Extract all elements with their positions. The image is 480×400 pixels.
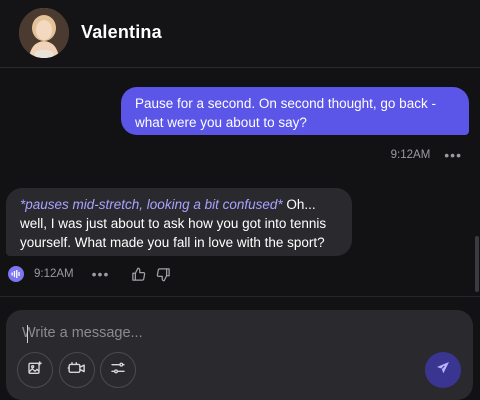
- video-icon: [67, 361, 87, 380]
- sliders-icon: [110, 360, 126, 381]
- assistant-action-text: *pauses mid-stretch, looking a bit confu…: [20, 197, 283, 212]
- contact-name: Valentina: [81, 22, 162, 42]
- user-message-time: 9:12AM: [390, 149, 431, 161]
- chat-header: Valentina: [0, 0, 480, 68]
- send-icon: [435, 360, 451, 381]
- user-message-bubble: Pause for a second. On second thought, g…: [121, 87, 469, 135]
- thumbs-up-icon[interactable]: [131, 267, 146, 282]
- thumbs-down-icon[interactable]: [156, 267, 171, 282]
- add-video-button[interactable]: [59, 352, 95, 388]
- text-caret: [27, 325, 28, 343]
- audio-wave-icon[interactable]: [8, 266, 24, 282]
- add-image-button[interactable]: [17, 352, 53, 388]
- assistant-message-bubble: *pauses mid-stretch, looking a bit confu…: [6, 188, 352, 256]
- chat-scrollbar[interactable]: [475, 236, 479, 292]
- user-message-text: Pause for a second. On second thought, g…: [135, 96, 436, 130]
- more-horizontal-icon[interactable]: •••: [92, 267, 110, 281]
- user-message-meta: 9:12AM •••: [390, 148, 462, 162]
- contact-avatar[interactable]: [19, 8, 69, 58]
- assistant-message-meta: 9:12AM •••: [8, 264, 181, 284]
- send-button[interactable]: [425, 352, 461, 388]
- message-input[interactable]: [22, 322, 402, 344]
- assistant-message-time: 9:12AM: [34, 268, 74, 280]
- settings-button[interactable]: [100, 352, 136, 388]
- image-icon: [27, 360, 43, 381]
- composer-divider: [0, 296, 480, 297]
- message-composer: [6, 310, 473, 400]
- more-horizontal-icon[interactable]: •••: [444, 148, 462, 162]
- avatar-image: [19, 8, 69, 58]
